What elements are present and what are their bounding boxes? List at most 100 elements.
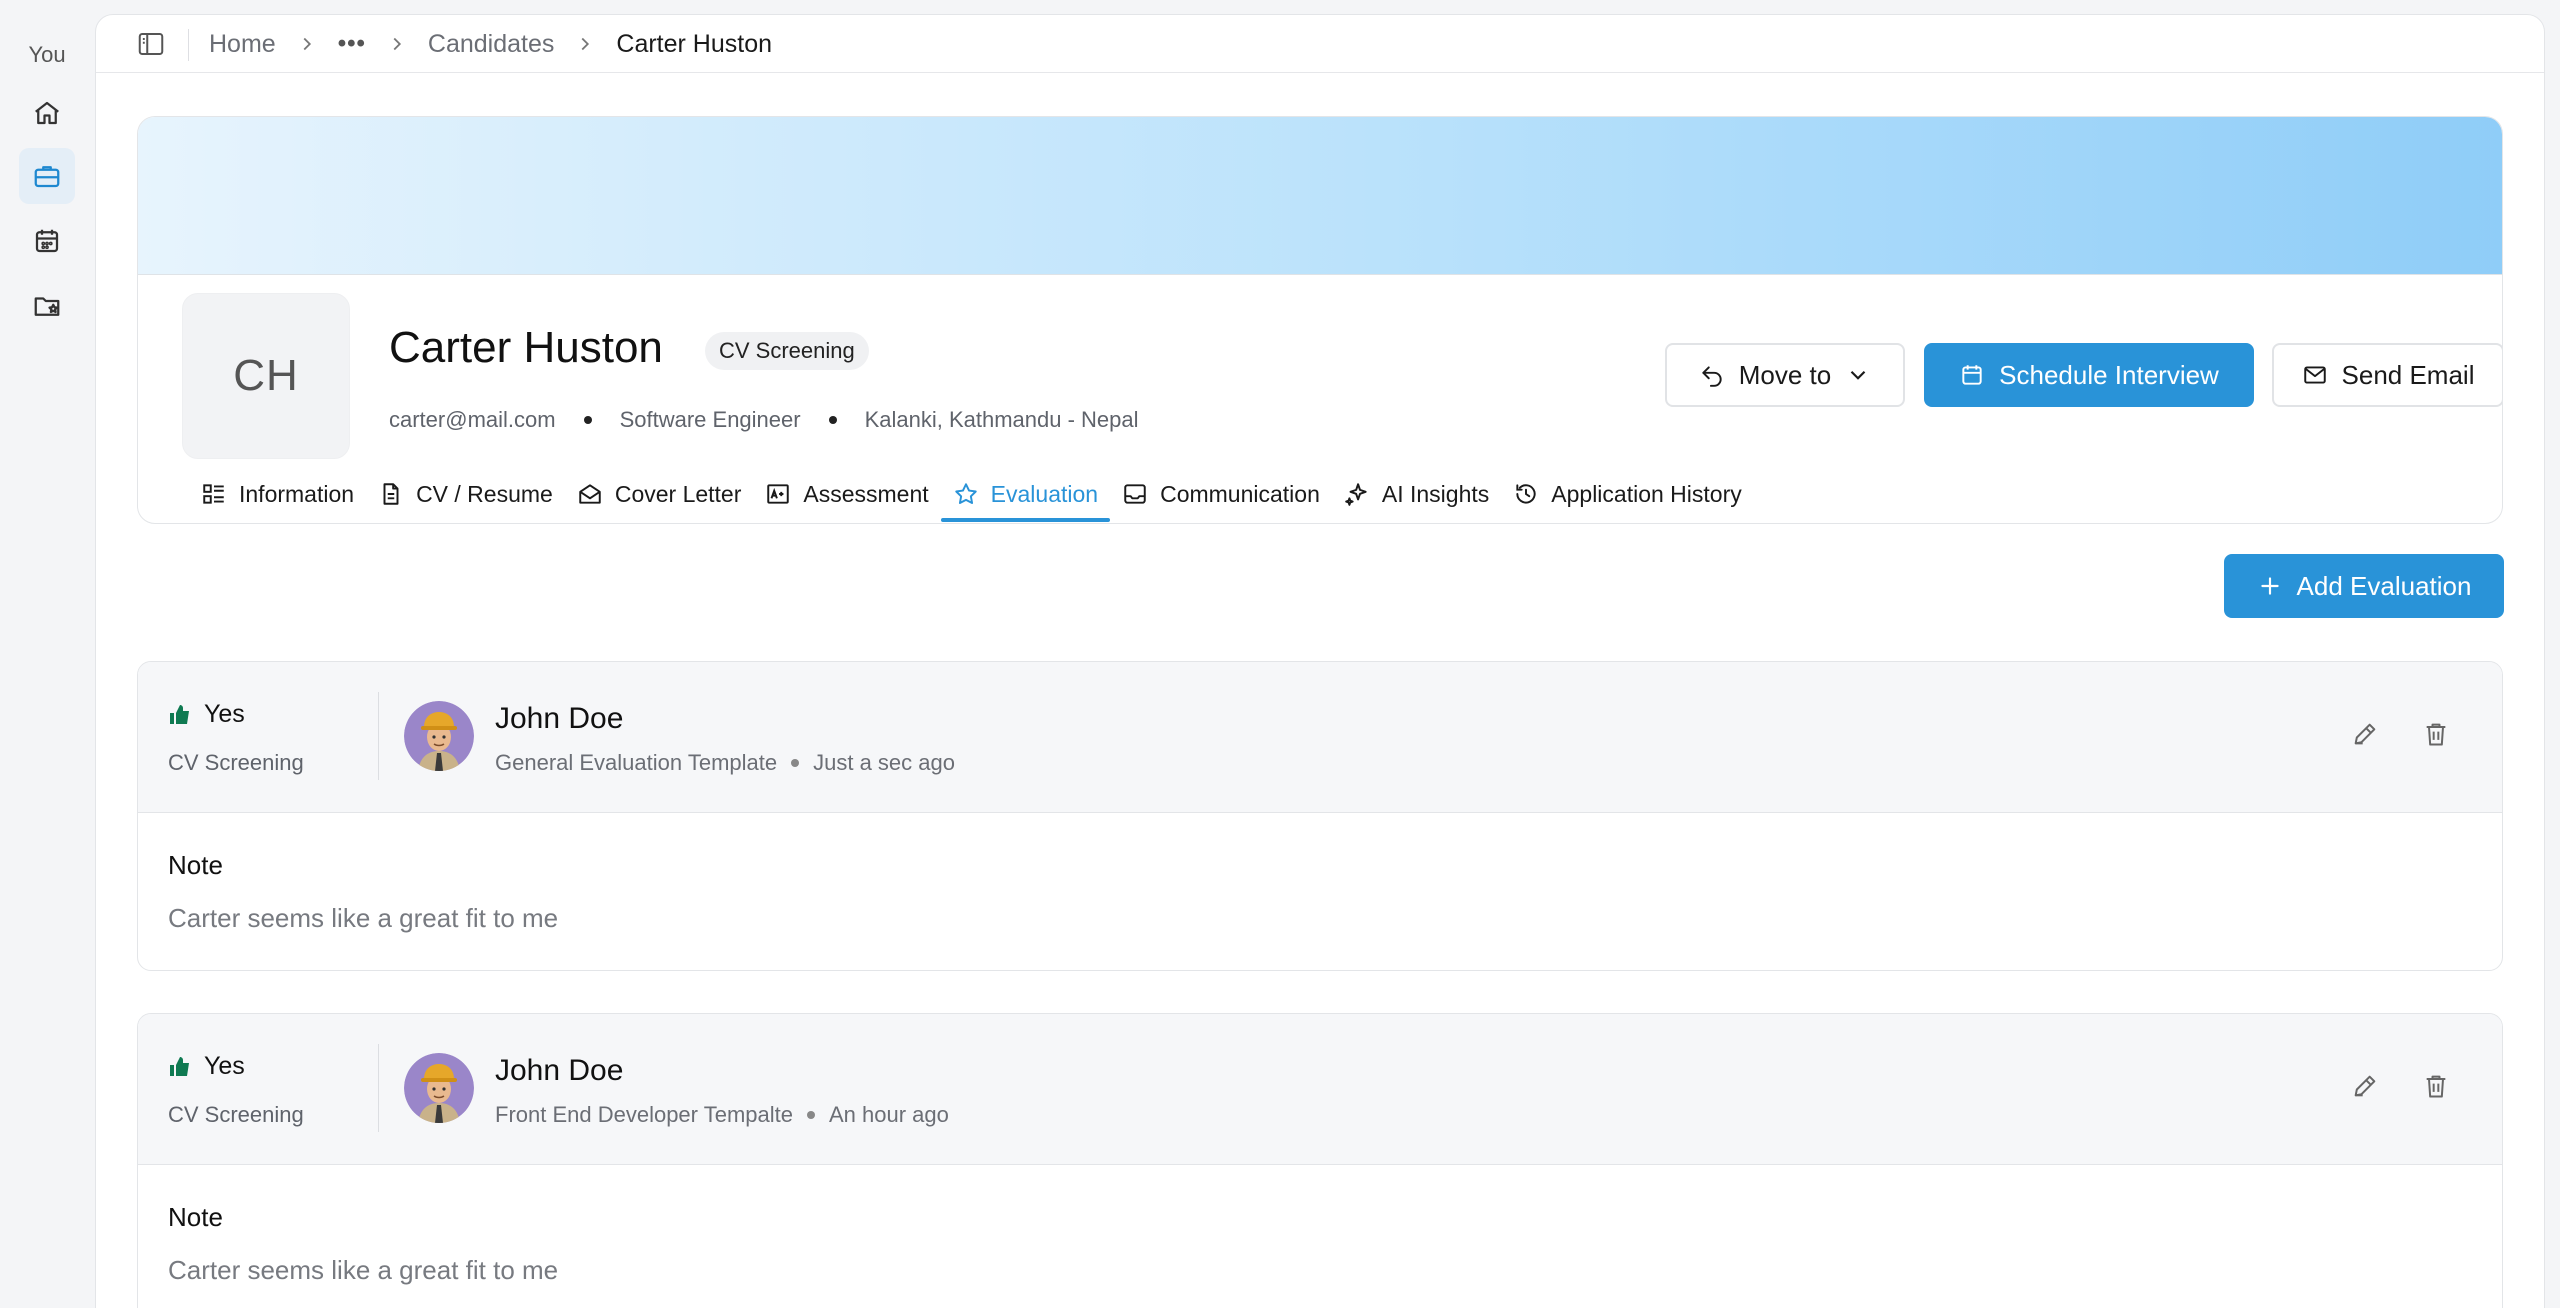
evaluation-verdict: Yes: [168, 700, 245, 729]
edit-evaluation-button[interactable]: [2351, 720, 2385, 754]
evaluator-name: John Doe: [495, 702, 624, 735]
meta-separator: [791, 759, 800, 767]
tab-assessment[interactable]: Assessment: [753, 472, 940, 516]
candidate-profile-card: CH Carter Huston CV Screening carter@mai…: [137, 116, 2503, 524]
profile-banner: [138, 117, 2502, 275]
breadcrumb-current: Carter Huston: [616, 29, 773, 58]
topbar-divider: [188, 29, 189, 61]
history-icon: [1516, 484, 1536, 504]
note-text: Carter seems like a great fit to me: [168, 1255, 559, 1285]
move-to-label: Move to: [1738, 359, 1832, 390]
candidate-email: carter@mail.com: [389, 407, 556, 432]
breadcrumb-home[interactable]: Home: [209, 30, 276, 59]
rail-home-button[interactable]: [19, 85, 75, 141]
evaluation-meta: Front End Developer Tempalte An hour ago: [495, 1102, 949, 1128]
note-label: Note: [168, 1202, 223, 1232]
evaluation-time: Just a sec ago: [813, 750, 955, 775]
candidate-meta: carter@mail.com Software Engineer Kalank…: [389, 407, 1139, 433]
verdict-label: Yes: [204, 700, 245, 728]
breadcrumb-candidates[interactable]: Candidates: [428, 30, 554, 59]
evaluation-header: Yes CV Screening John Doe General Evalua…: [138, 662, 2502, 813]
thumbs-up-icon: [170, 704, 189, 724]
evaluator-name: John Doe: [495, 1054, 624, 1087]
add-evaluation-button[interactable]: Add Evaluation: [2224, 554, 2504, 618]
rail-jobs-button[interactable]: [19, 148, 75, 204]
grade-icon: [767, 484, 790, 504]
list-icon: [203, 484, 224, 504]
evaluation-stage: CV Screening: [168, 1102, 304, 1127]
tab-label: Evaluation: [990, 480, 1099, 507]
candidate-role: Software Engineer: [619, 407, 801, 432]
candidate-avatar: CH: [182, 293, 350, 459]
tab-application-history[interactable]: Application History: [1501, 472, 1753, 516]
chevron-right-icon: [581, 37, 590, 51]
tab-label: Assessment: [803, 480, 929, 507]
evaluator-avatar: [404, 701, 474, 771]
meta-separator: [806, 1111, 815, 1119]
evaluation-verdict: Yes: [168, 1052, 245, 1081]
sidebar-toggle-icon[interactable]: [136, 29, 166, 59]
candidate-location: Kalanki, Kathmandu - Nepal: [864, 407, 1139, 432]
tab-label: CV / Resume: [416, 480, 553, 507]
tab-cv-resume[interactable]: CV / Resume: [366, 472, 565, 516]
chevron-right-icon: [393, 37, 401, 51]
evaluation-header: Yes CV Screening John Doe Front End Deve…: [138, 1014, 2502, 1165]
delete-evaluation-button[interactable]: [2422, 1072, 2456, 1106]
schedule-interview-label: Schedule Interview: [1999, 359, 2219, 390]
top-bar: Home ••• Candidates Carter Huston: [96, 15, 2544, 73]
sparkle-icon: [1345, 483, 1367, 506]
breadcrumb-ellipsis[interactable]: •••: [338, 30, 366, 58]
undo-arrow-icon: [1702, 366, 1722, 387]
inbox-icon: [1124, 484, 1146, 504]
tab-evaluation[interactable]: Evaluation: [940, 472, 1111, 522]
evaluation-meta: General Evaluation Template Just a sec a…: [495, 750, 955, 776]
candidate-name: Carter Huston: [389, 323, 663, 372]
chevron-right-icon: [303, 37, 311, 51]
tab-communication[interactable]: Communication: [1110, 472, 1332, 516]
profile-tabs: Information CV / Resume Cover Letter Ass…: [189, 472, 1754, 522]
tab-label: Application History: [1551, 480, 1742, 507]
evaluation-card: Yes CV Screening John Doe General Evalua…: [137, 661, 2503, 971]
delete-evaluation-button[interactable]: [2422, 720, 2456, 754]
rail-calendar-button[interactable]: [19, 213, 75, 269]
chevron-down-icon: [1850, 370, 1866, 380]
add-evaluation-label: Add Evaluation: [2296, 570, 2472, 601]
verdict-label: Yes: [204, 1052, 245, 1080]
evaluator-avatar: [404, 1053, 474, 1123]
thumbs-up-icon: [170, 1056, 189, 1076]
schedule-interview-button[interactable]: Schedule Interview: [1924, 343, 2254, 407]
star-icon: [954, 483, 977, 504]
evaluation-template: General Evaluation Template: [495, 750, 778, 775]
note-text: Carter seems like a great fit to me: [168, 903, 559, 933]
mail-icon: [2303, 366, 2326, 384]
tab-ai-insights[interactable]: AI Insights: [1332, 472, 1501, 516]
move-to-button[interactable]: Move to: [1665, 343, 1905, 407]
briefcase-icon: [34, 166, 60, 188]
header-divider: [378, 1044, 379, 1132]
trash-icon: [2426, 723, 2446, 746]
tab-label: Communication: [1160, 480, 1320, 507]
tab-label: AI Insights: [1381, 480, 1490, 507]
main-panel: Home ••• Candidates Carter Huston CH Car…: [95, 14, 2545, 1308]
edit-evaluation-button[interactable]: [2351, 1072, 2385, 1106]
tab-information[interactable]: Information: [189, 472, 366, 516]
send-email-label: Send Email: [2341, 359, 2475, 390]
envelope-open-icon: [579, 484, 601, 504]
avatar-illustration: [404, 1053, 474, 1123]
evaluation-template: Front End Developer Tempalte: [495, 1102, 793, 1127]
breadcrumb: Home ••• Candidates Carter Huston: [209, 15, 772, 73]
avatar-illustration: [404, 701, 474, 771]
calendar-icon: [35, 229, 59, 253]
header-divider: [378, 692, 379, 780]
tab-cover-letter[interactable]: Cover Letter: [565, 472, 754, 516]
send-email-button[interactable]: Send Email: [2272, 343, 2502, 407]
folder-star-icon: [34, 297, 60, 316]
tab-label: Information: [239, 480, 355, 507]
pencil-icon: [2354, 1075, 2376, 1097]
tab-label: Cover Letter: [614, 480, 742, 507]
trash-icon: [2426, 1075, 2446, 1098]
pencil-icon: [2354, 723, 2376, 745]
left-rail: You: [0, 0, 94, 1308]
rail-saved-folder-button[interactable]: [19, 278, 75, 334]
rail-user-label: You: [28, 42, 66, 67]
